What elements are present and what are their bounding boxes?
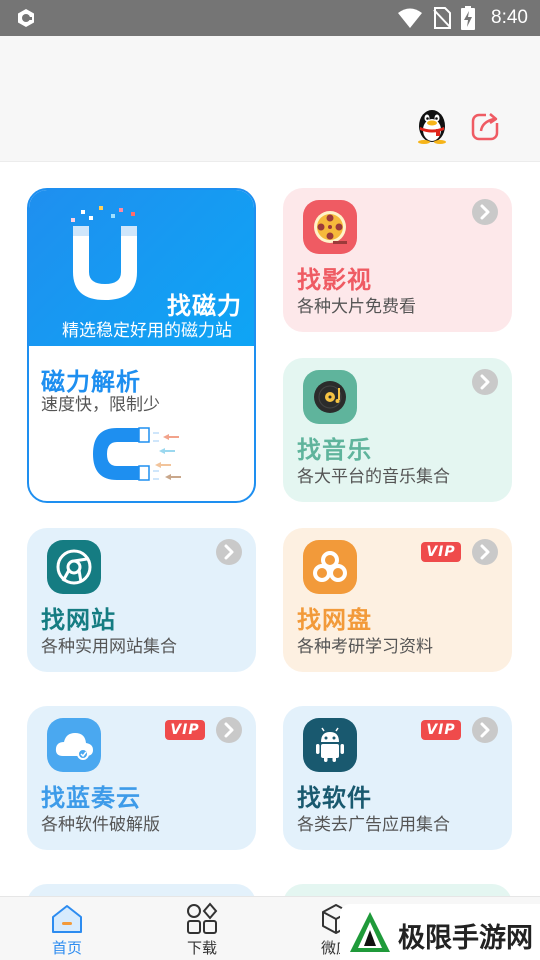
android-icon	[303, 718, 357, 772]
vip-badge: VIP	[165, 720, 205, 740]
watermark-text: 极限手游网	[398, 923, 533, 954]
horseshoe-magnet-icon	[93, 427, 181, 481]
chevron-right-icon[interactable]	[216, 717, 242, 743]
card-desc: 各种大片免费看	[297, 297, 416, 317]
battery-charging-icon	[461, 6, 476, 30]
card-netdisk[interactable]: VIP 找网盘 各种考研学习资料	[283, 528, 512, 672]
grid-icon	[187, 902, 218, 934]
home-icon	[52, 905, 82, 933]
magnet-icon	[71, 206, 137, 300]
magnet-description: 精选稳定好用的磁力站	[62, 321, 232, 341]
nav-label: 首页	[51, 939, 82, 957]
card-title: 找音乐	[297, 436, 372, 464]
card-music[interactable]: 找音乐 各大平台的音乐集合	[283, 358, 512, 502]
vinyl-record-icon	[303, 370, 357, 424]
card-software[interactable]: VIP 找软件 各类去广告应用集合	[283, 706, 512, 850]
status-bar: 8:40	[0, 0, 540, 36]
film-reel-icon	[303, 200, 357, 254]
chevron-right-icon[interactable]	[472, 199, 498, 225]
vip-badge: VIP	[421, 720, 461, 740]
chevron-right-icon[interactable]	[472, 539, 498, 565]
site-logo-icon	[350, 912, 390, 952]
card-desc: 各种考研学习资料	[297, 637, 433, 657]
app-header	[0, 36, 540, 162]
watermark-logo: 极限手游网	[340, 904, 540, 960]
qq-penguin-icon[interactable]	[414, 106, 450, 144]
cloud-icon	[47, 718, 101, 772]
card-desc: 各种实用网站集合	[41, 637, 177, 657]
card-desc: 各大平台的音乐集合	[297, 467, 450, 487]
vip-badge: VIP	[421, 542, 461, 562]
no-sim-icon	[433, 7, 452, 29]
nav-home[interactable]: 首页	[27, 897, 107, 960]
card-websites[interactable]: 找网站 各种实用网站集合	[27, 528, 256, 672]
browser-icon	[47, 540, 101, 594]
card-desc: 各类去广告应用集合	[297, 815, 450, 835]
nav-label: 下载	[186, 939, 217, 957]
card-movies[interactable]: 找影视 各种大片免费看	[283, 188, 512, 332]
share-icon[interactable]	[470, 110, 502, 142]
chevron-right-icon[interactable]	[216, 539, 242, 565]
app-notification-icon	[18, 9, 34, 27]
card-lanzou-cloud[interactable]: VIP 找蓝奏云 各种软件破解版	[27, 706, 256, 850]
chevron-right-icon[interactable]	[472, 717, 498, 743]
card-title: 找网盘	[297, 606, 372, 634]
card-title: 找网站	[41, 606, 116, 634]
magnet-parse-desc: 速度快，限制少	[41, 395, 160, 415]
wifi-icon	[398, 8, 423, 28]
magnet-search-section[interactable]: 找磁力 精选稳定好用的磁力站	[29, 190, 254, 346]
card-title: 找蓝奏云	[41, 784, 141, 812]
status-time: 8:40	[491, 7, 528, 28]
card-title: 找影视	[297, 266, 372, 294]
card-title: 找软件	[297, 784, 372, 812]
magnet-card[interactable]: 找磁力 精选稳定好用的磁力站 磁力解析 速度快，限制少	[27, 188, 256, 503]
chevron-right-icon[interactable]	[472, 369, 498, 395]
cloud-disk-icon	[303, 540, 357, 594]
nav-download[interactable]: 下载	[162, 897, 242, 960]
card-desc: 各种软件破解版	[41, 815, 160, 835]
